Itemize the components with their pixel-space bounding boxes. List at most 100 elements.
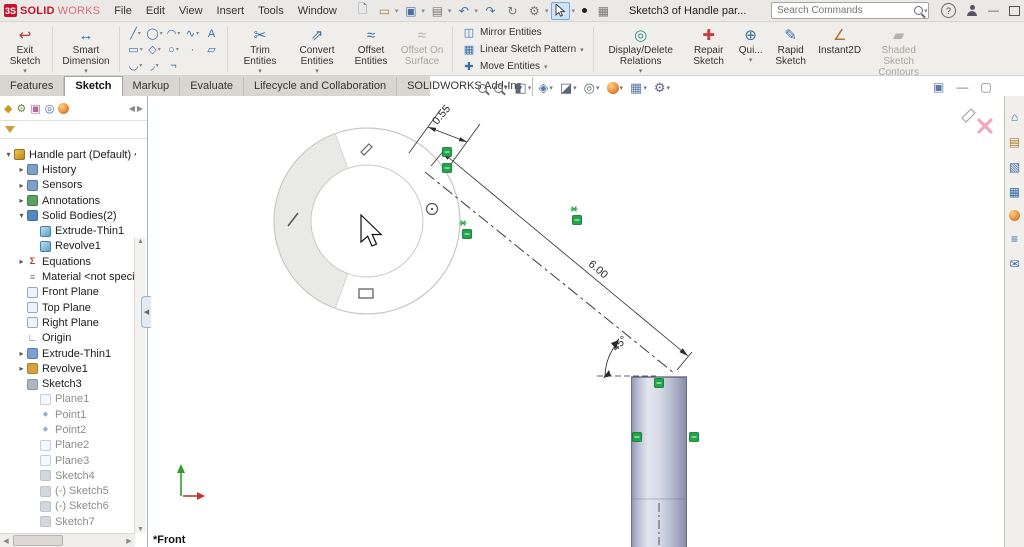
spline-tool-dropdown-icon[interactable]: ▾ (196, 30, 199, 37)
trim-entities-button[interactable]: ✂ Trim Entities ▾ (232, 24, 288, 75)
command-search[interactable]: ▾ (771, 2, 929, 19)
help-icon[interactable]: ? (941, 3, 956, 18)
open-dropdown-icon[interactable]: ▾ (395, 7, 399, 15)
offset-entities-button[interactable]: ≈ Offset Entities (346, 24, 396, 75)
exit-sketch-button[interactable]: ↩ Exit Sketch ▾ (2, 24, 48, 75)
forum-icon[interactable]: ✉ (1009, 257, 1019, 271)
display-delete-dropdown-icon[interactable]: ▾ (639, 68, 643, 75)
ellipse-tool-dropdown-icon[interactable]: ▾ (176, 46, 179, 53)
search-input[interactable] (775, 4, 911, 17)
menu-view[interactable]: View (173, 3, 209, 19)
apps-grid-icon[interactable]: ▦ (594, 2, 613, 20)
restore-icon[interactable] (1009, 6, 1020, 16)
repair-sketch-button[interactable]: ✚ Repair Sketch (684, 24, 734, 75)
trim-dropdown-icon[interactable]: ▾ (258, 68, 262, 75)
menu-file[interactable]: File (108, 3, 138, 19)
open-icon[interactable]: ▭ (375, 2, 394, 20)
feature-manager-tree-icon[interactable]: ◆ (4, 102, 12, 115)
menu-insert[interactable]: Insert (211, 3, 251, 19)
circle-tool-icon[interactable]: ◯▾ (145, 26, 164, 42)
minimize-icon[interactable]: — (988, 5, 999, 17)
rebuild-icon[interactable]: ↻ (503, 2, 522, 20)
scrollbar-thumb[interactable] (13, 535, 63, 546)
circle-tool-dropdown-icon[interactable]: ▾ (160, 30, 163, 37)
custom-properties-icon[interactable]: ≡ (1011, 232, 1018, 246)
tree-item-sensors[interactable]: ▸Sensors (0, 178, 136, 193)
slot-tool-icon[interactable]: ◡▾ (126, 58, 145, 74)
property-manager-icon[interactable]: ⚙ (16, 102, 26, 115)
tree-item-sketch3[interactable]: Sketch3 (0, 376, 136, 391)
doc-restore-icon[interactable]: ▢ (980, 80, 991, 94)
dimension-45-text[interactable]: 45° (610, 334, 630, 354)
tree-expander-icon[interactable]: ▾ (16, 211, 27, 220)
tree-item-equations[interactable]: ▸ΣEquations (0, 254, 136, 269)
display-style-icon[interactable]: ◪▾ (560, 80, 577, 96)
tree-item-solid-bodies-2[interactable]: ▾Solid Bodies(2) (0, 208, 136, 223)
edit-appearance-icon[interactable]: ▾ (607, 82, 624, 94)
save-dropdown-icon[interactable]: ▾ (421, 7, 425, 15)
select-arrow-icon[interactable] (551, 2, 570, 20)
chamfer-tool-icon[interactable]: ¬ (164, 58, 183, 74)
save-icon[interactable]: ▣ (401, 2, 420, 20)
tree-item-sketch4[interactable]: Sketch4 (0, 468, 136, 483)
tree-item-annotations[interactable]: ▸Annotations (0, 193, 136, 208)
line-tool-dropdown-icon[interactable]: ▾ (138, 30, 141, 37)
exit-sketch-dropdown-icon[interactable]: ▾ (23, 68, 27, 75)
doc-minimize-icon[interactable]: — (956, 80, 968, 94)
shaded-sketch-contours-button[interactable]: ▰ Shaded Sketch Contours (866, 24, 932, 75)
ellipse-tool-icon[interactable]: ○▾ (164, 42, 183, 58)
offset-on-surface-button[interactable]: ≈ Offset On Surface (396, 24, 448, 75)
tab-features[interactable]: Features (0, 77, 64, 96)
pane-flyout-arrows[interactable]: ◀▶ (129, 104, 143, 113)
cancel-sketch-icon[interactable] (979, 120, 991, 132)
tree-expander-icon[interactable]: ▸ (16, 181, 27, 190)
configuration-manager-icon[interactable]: ▣ (30, 102, 40, 115)
panel-collapse-handle[interactable]: ◀ (141, 296, 151, 328)
zoom-fit-icon[interactable] (478, 84, 487, 93)
redo-icon[interactable]: ↷ (481, 2, 500, 20)
sketch-canvas[interactable]: 6.00 0.55 45° (148, 96, 1004, 547)
dimension-600[interactable]: 6.00 (431, 148, 692, 370)
tree-expander-icon[interactable]: ▸ (16, 165, 27, 174)
design-library-icon[interactable]: ▤ (1009, 135, 1020, 149)
dimension-055-text[interactable]: 0.55 (430, 103, 453, 127)
menu-edit[interactable]: Edit (140, 3, 171, 19)
mirror-entities-button[interactable]: ◫ Mirror Entities (459, 25, 587, 40)
move-dropdown-icon[interactable]: ▾ (544, 64, 548, 71)
spline-tool-icon[interactable]: ∿▾ (183, 26, 202, 42)
tree-item-extrude-thin1[interactable]: Extrude-Thin1 (0, 223, 136, 238)
zoom-area-icon[interactable]: ▾ (494, 84, 508, 93)
file-explorer-icon[interactable]: ▧ (1009, 160, 1020, 174)
plane-tool-icon[interactable]: ▱ (202, 42, 221, 58)
tab-markup[interactable]: Markup (123, 77, 181, 96)
fillet-tool-dropdown-icon[interactable]: ▾ (156, 62, 159, 69)
view-orientation-icon[interactable]: ◈▾ (538, 80, 553, 96)
graphics-area[interactable]: 6.00 0.55 45° (148, 96, 1004, 547)
display-manager-icon[interactable] (58, 103, 69, 114)
tree-item-extrude-thin1[interactable]: ▸Extrude-Thin1 (0, 346, 136, 361)
move-entities-button[interactable]: ✚ Move Entities ▾ (459, 59, 587, 74)
filter-icon[interactable] (5, 126, 15, 133)
tree-expander-icon[interactable]: ▾ (3, 150, 14, 159)
dimension-45deg[interactable]: 45° (597, 334, 656, 378)
tree-item-origin[interactable]: ∟Origin (0, 331, 136, 346)
scroll-down-icon[interactable]: ▼ (137, 526, 144, 533)
tab-sketch[interactable]: Sketch (64, 76, 122, 96)
display-delete-relations-button[interactable]: ◎ Display/Delete Relations ▾ (598, 24, 684, 75)
home-icon[interactable]: ⌂ (1011, 110, 1018, 124)
rectangle-tool-icon[interactable]: ▭▾ (126, 42, 145, 58)
viewport-layout-icon[interactable]: ▣ (933, 80, 944, 94)
tab-lifecycle-collaboration[interactable]: Lifecycle and Collaboration (244, 77, 397, 96)
tree-expander-icon[interactable]: ▸ (16, 349, 27, 358)
quick-snaps-button[interactable]: ⊕ Qui... ▾ (734, 24, 768, 75)
text-tool-icon[interactable]: A (202, 26, 221, 42)
tree-item-revolve1[interactable]: Revolve1 (0, 239, 136, 254)
print-dropdown-icon[interactable]: ▾ (448, 7, 452, 15)
view-settings-icon[interactable]: ⚙▾ (654, 80, 670, 96)
user-icon[interactable] (966, 5, 978, 17)
tree-item-revolve1[interactable]: ▸Revolve1 (0, 361, 136, 376)
smart-dimension-dropdown-icon[interactable]: ▾ (84, 68, 88, 75)
slot-tool-dropdown-icon[interactable]: ▾ (139, 62, 142, 69)
tree-expander-icon[interactable]: ▸ (16, 364, 27, 373)
tree-horizontal-scrollbar[interactable]: ◀ ▶ (0, 533, 135, 547)
